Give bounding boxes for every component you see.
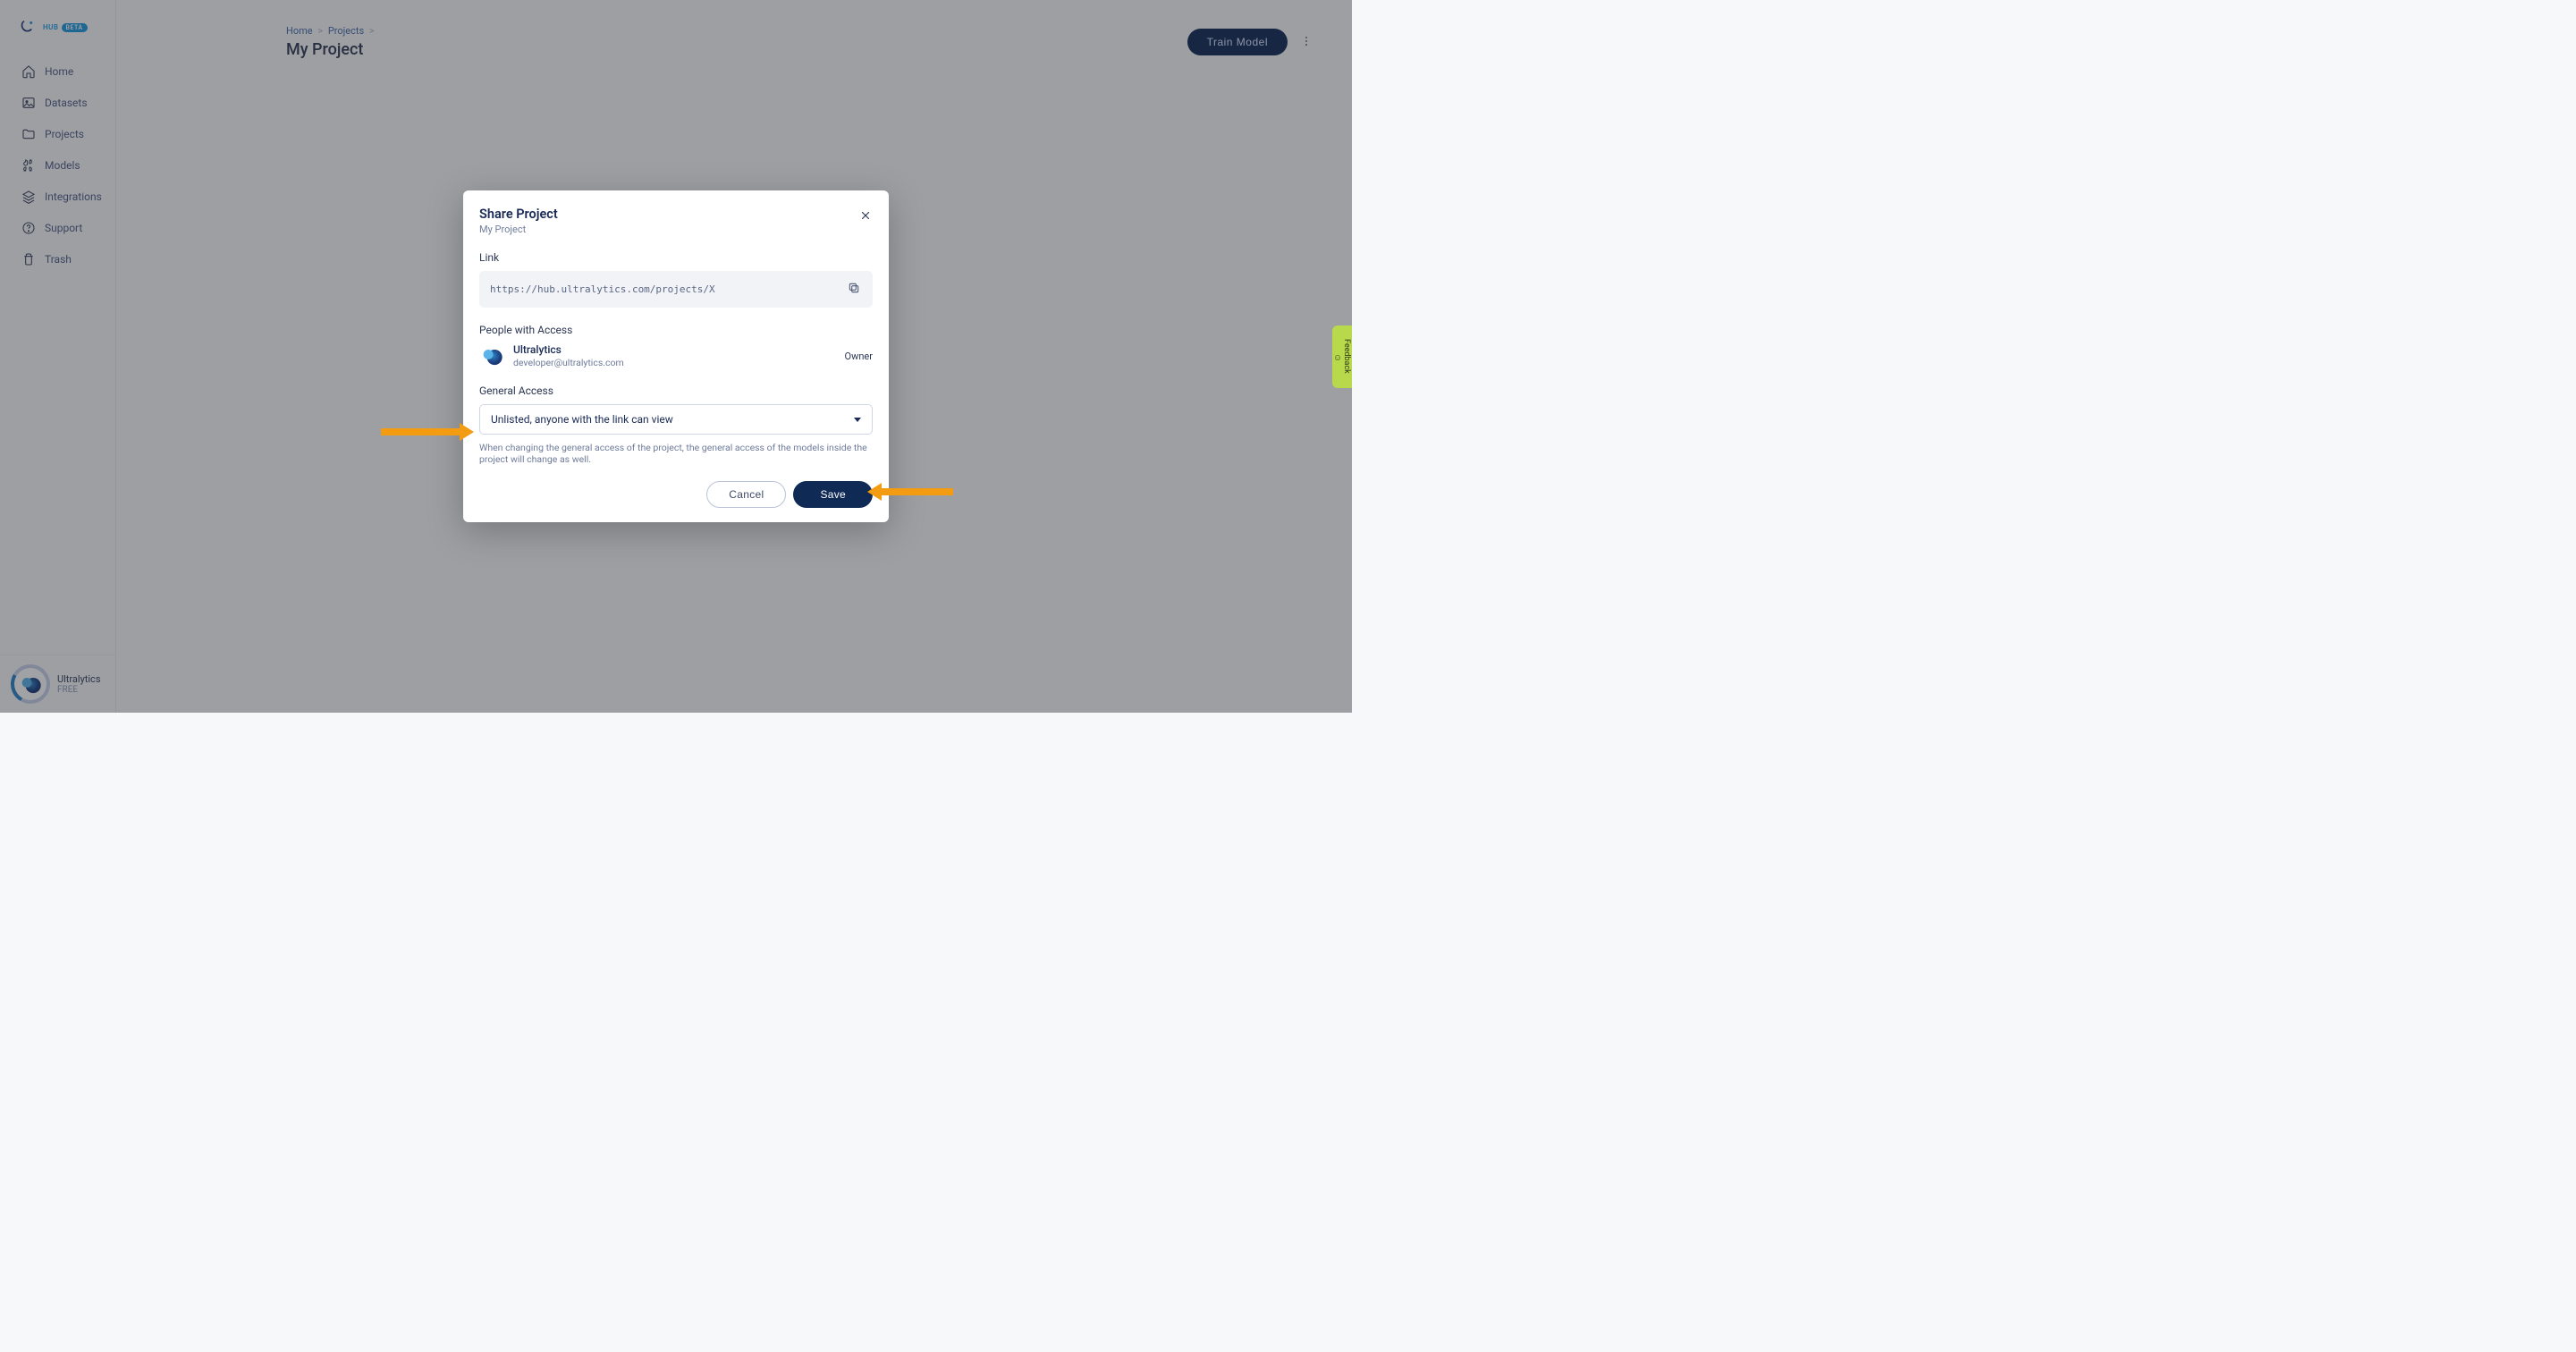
link-section-label: Link [479,251,873,264]
annotation-arrow-left [381,423,474,441]
save-button[interactable]: Save [793,481,873,508]
person-role: Owner [845,351,873,362]
modal-actions: Cancel Save [479,481,873,508]
general-access-select[interactable]: Unlisted, anyone with the link can view [479,404,873,435]
modal-close-button[interactable] [855,205,876,226]
general-access-label: General Access [479,384,873,397]
person-avatar [479,343,504,368]
person-row: Ultralytics developer@ultralytics.com Ow… [479,343,873,368]
general-access-note: When changing the general access of the … [479,442,873,465]
person-name: Ultralytics [513,343,836,356]
link-box: https://hub.ultralytics.com/projects/X [479,271,873,308]
share-project-modal: Share Project My Project Link https://hu… [463,190,889,522]
close-icon [859,209,872,222]
copy-link-button[interactable] [846,280,862,299]
feedback-icon: ☺ [1333,353,1342,363]
person-email: developer@ultralytics.com [513,357,836,368]
people-section-label: People with Access [479,324,873,336]
cancel-button[interactable]: Cancel [706,481,786,508]
modal-title: Share Project [479,207,873,222]
chevron-down-icon [854,418,861,422]
general-access-value: Unlisted, anyone with the link can view [491,413,673,426]
share-link-value: https://hub.ultralytics.com/projects/X [490,283,715,295]
modal-subtitle: My Project [479,224,873,235]
feedback-label: Feedback [1342,339,1351,374]
annotation-arrow-right [867,483,953,501]
modal-backdrop[interactable]: Share Project My Project Link https://hu… [0,0,1352,713]
copy-icon [848,282,860,294]
feedback-tab[interactable]: Feedback ☺ [1332,325,1352,388]
